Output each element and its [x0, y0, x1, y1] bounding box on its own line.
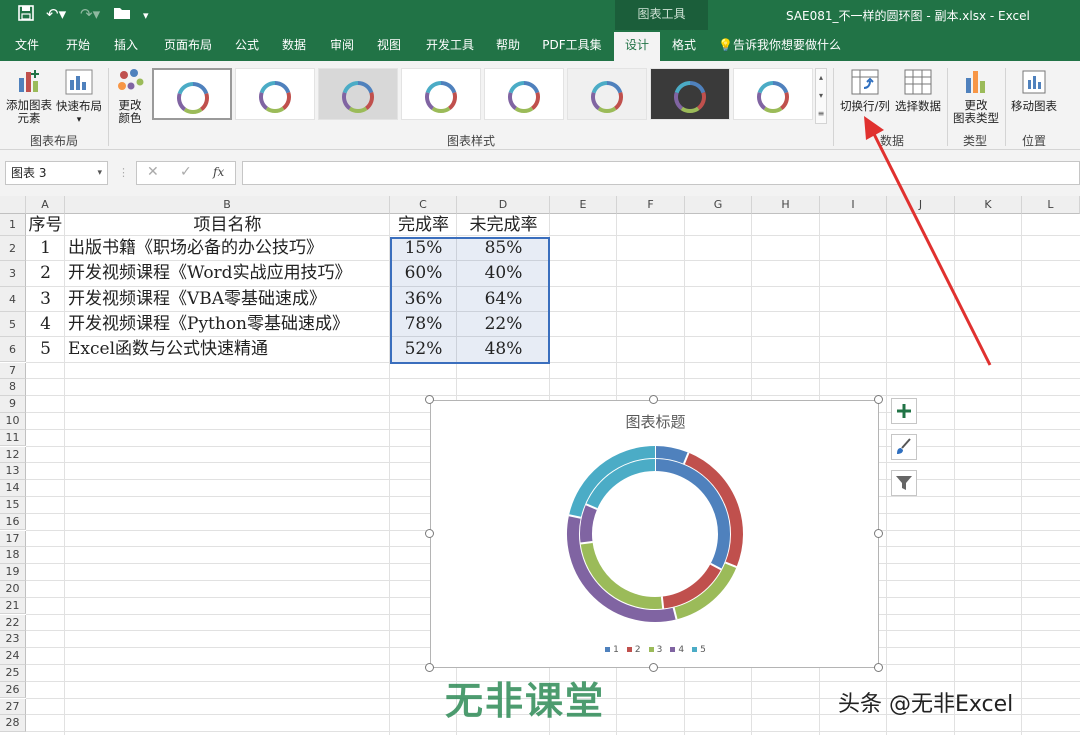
watermark-logo: 无非课堂 — [445, 679, 606, 723]
watermark-credit: 头条 @无非Excel — [838, 692, 1014, 717]
red-arrow-annotation — [864, 116, 992, 366]
